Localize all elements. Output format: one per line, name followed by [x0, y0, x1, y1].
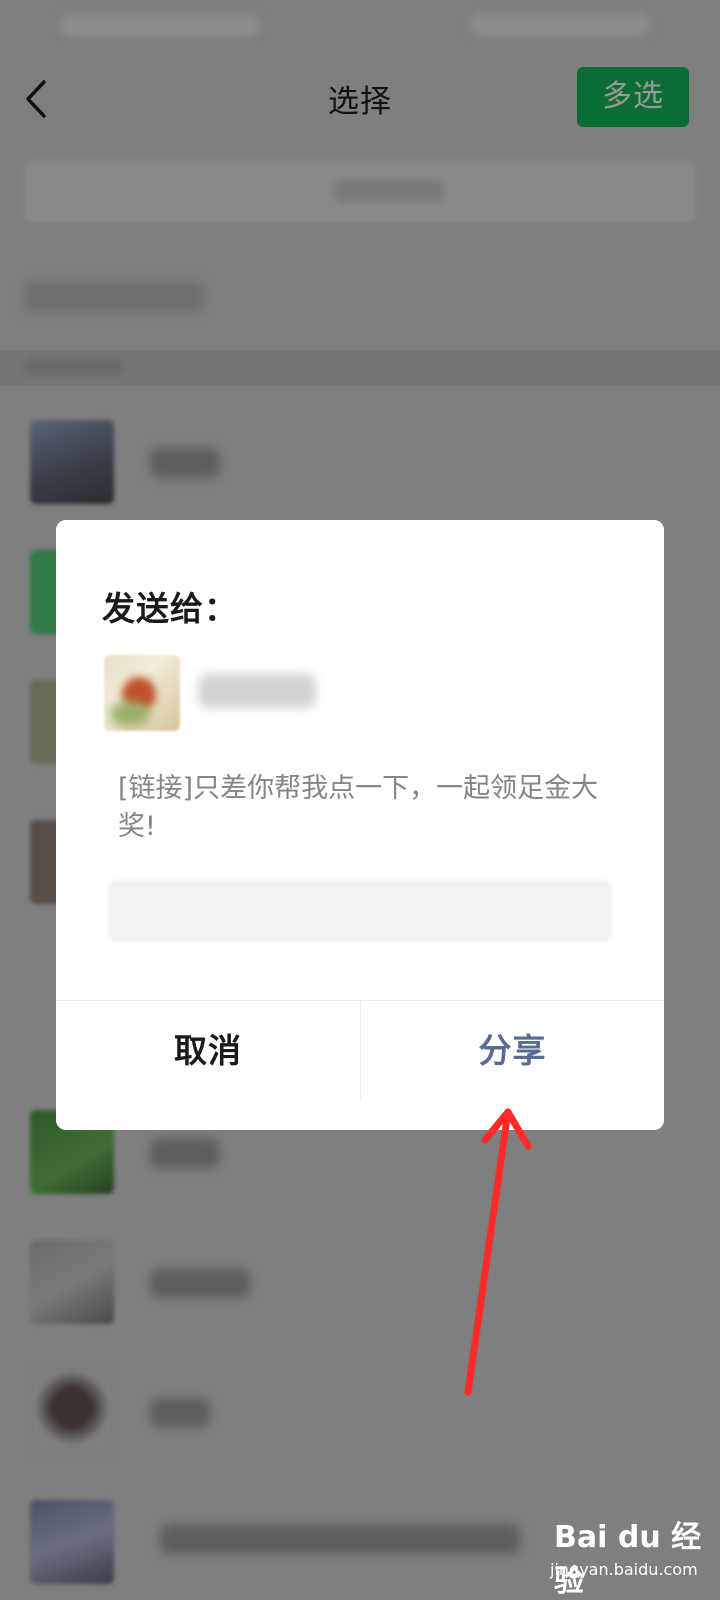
contact-name-blurred [150, 1268, 250, 1298]
contact-name-blurred [150, 1398, 210, 1428]
status-icons-blurred [470, 14, 650, 36]
multi-select-button[interactable]: 多选 [577, 67, 689, 127]
status-bar [0, 0, 720, 52]
contact-row[interactable] [0, 1220, 720, 1340]
status-carrier-blurred [60, 14, 260, 36]
contact-row[interactable] [0, 400, 720, 520]
avatar [30, 420, 114, 504]
watermark-url: jingyan.baidu.com [550, 1560, 698, 1579]
search-bar[interactable] [24, 160, 696, 222]
avatar-blur-shape [110, 701, 150, 727]
recipient-name-blurred [198, 674, 316, 708]
recent-chats-divider [0, 350, 720, 386]
contact-row[interactable] [0, 1350, 720, 1470]
recipient-avatar [104, 655, 180, 731]
top-bar: 选择 多选 [0, 52, 720, 152]
comment-input[interactable] [108, 880, 612, 942]
contact-name-blurred [150, 448, 220, 478]
baidu-jingyan-watermark: Bai du 经验 jingyan.baidu.com [548, 1512, 708, 1599]
cancel-button[interactable]: 取消 [56, 1001, 360, 1101]
search-placeholder-blurred [334, 180, 444, 202]
contact-name-blurred [150, 1138, 220, 1168]
dialog-title: 发送给： [102, 589, 238, 628]
create-chat-blurred[interactable] [24, 282, 204, 312]
avatar [30, 1240, 114, 1324]
watermark-brand: Bai du 经验 [554, 1520, 702, 1599]
divider-label-blurred [24, 358, 124, 376]
send-to-dialog: 发送给： [链接]只差你帮我点一下，一起领足金大奖! 取消 分享 [56, 520, 664, 1130]
dialog-button-bar: 取消 分享 [56, 1000, 664, 1101]
contact-name-blurred [160, 1524, 520, 1554]
share-button[interactable]: 分享 [361, 1001, 664, 1101]
shared-link-message: [链接]只差你帮我点一下，一起领足金大奖! [118, 773, 599, 842]
avatar [30, 1500, 114, 1584]
avatar [30, 1370, 114, 1454]
